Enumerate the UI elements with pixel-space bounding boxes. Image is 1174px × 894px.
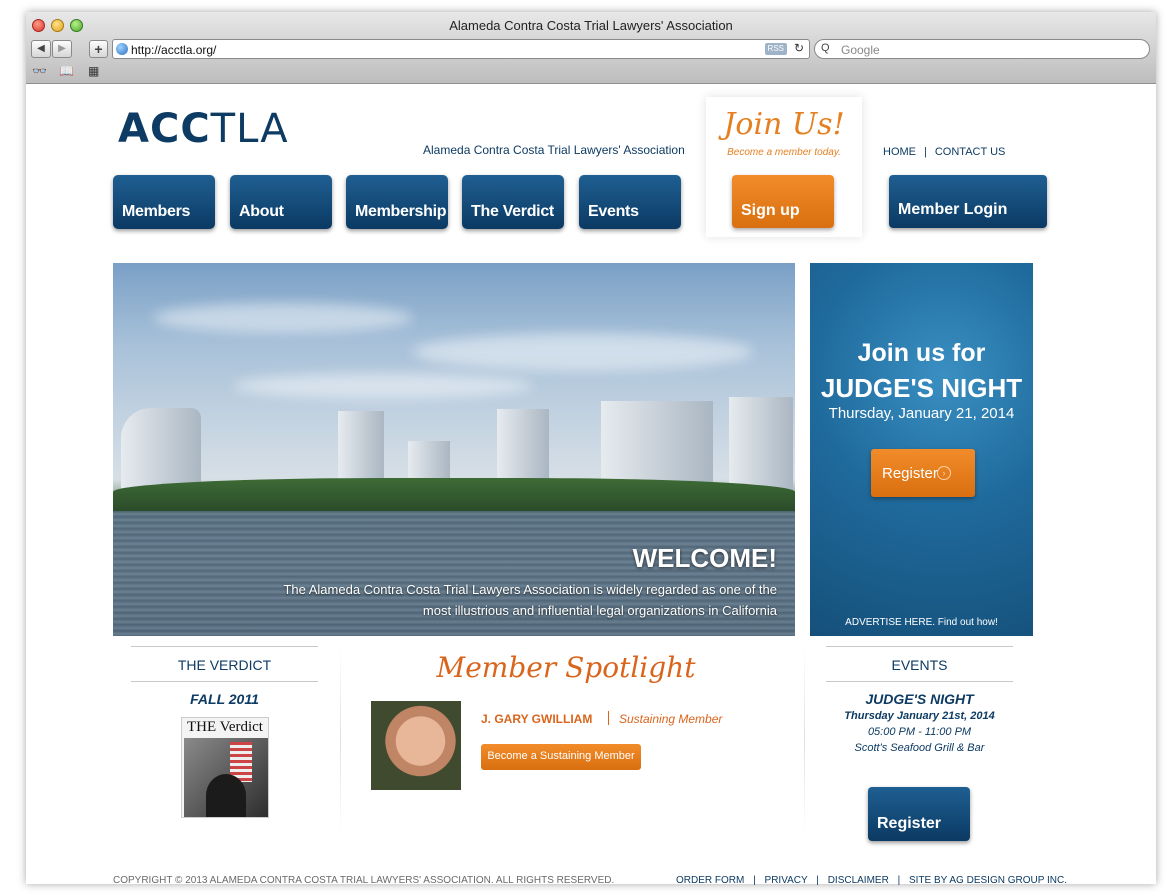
judges-night-intro: Join us for (857, 339, 986, 367)
tree-line (113, 478, 795, 513)
judges-night-banner[interactable]: Join us for JUDGE'S NIGHT Thursday, Janu… (810, 263, 1033, 636)
person-shape (206, 774, 246, 817)
verdict-season: FALL 2011 (190, 691, 259, 707)
back-icon[interactable]: ◀ (31, 40, 51, 58)
nav-about-button[interactable]: About (230, 175, 332, 229)
divider (131, 646, 318, 647)
advertise-link[interactable]: ADVERTISE HERE. Find out how! (810, 617, 1033, 628)
book-icon[interactable]: 📖 (59, 64, 74, 78)
verdict-heading: THE VERDICT (177, 657, 272, 673)
site-tagline: Alameda Contra Costa Trial Lawyers' Asso… (423, 143, 685, 157)
divider (826, 681, 1013, 682)
grid-icon[interactable]: ▦ (88, 64, 99, 78)
rss-icon[interactable]: RSS (764, 43, 787, 55)
sign-up-button[interactable]: Sign up (732, 175, 834, 228)
join-title: Join Us! (723, 107, 845, 142)
disclaimer-link[interactable]: DISCLAIMER (828, 875, 889, 886)
search-bar[interactable]: Q Google (814, 39, 1150, 59)
verdict-cover-title: THE Verdict (187, 719, 263, 735)
browser-toolbar: Alameda Contra Costa Trial Lawyers' Asso… (26, 12, 1156, 84)
register-label: Register (882, 465, 938, 482)
url-text[interactable]: http://acctla.org/ (131, 43, 216, 57)
event-title[interactable]: JUDGE'S NIGHT (826, 691, 1013, 707)
member-level: Sustaining Member (619, 712, 723, 726)
member-spotlight-title: Member Spotlight (436, 651, 696, 684)
footer-links: ORDER FORM | PRIVACY | DISCLAIMER | SITE… (676, 875, 1067, 886)
nav-members-button[interactable]: Members (113, 175, 215, 229)
address-bar[interactable]: http://acctla.org/ RSS ↻ (112, 39, 810, 59)
join-subtitle: Become a member today. (727, 147, 841, 158)
sign-up-label: Sign up (741, 202, 800, 219)
divider (131, 681, 318, 682)
become-sustaining-member-button[interactable]: Become a Sustaining Member (481, 744, 641, 770)
event-register-button[interactable]: Register (868, 787, 970, 841)
nav-label: Members (122, 203, 191, 220)
contact-us-link[interactable]: CONTACT US (931, 146, 1010, 158)
divider (608, 711, 609, 725)
join-panel: Join Us! Become a member today. Sign up (706, 97, 862, 237)
forward-icon[interactable]: ▶ (52, 40, 72, 58)
window-title: Alameda Contra Costa Trial Lawyers' Asso… (449, 18, 733, 33)
home-link[interactable]: HOME (879, 146, 920, 158)
reading-glasses-icon[interactable]: 👓 (32, 64, 47, 78)
cloud-shape (153, 303, 413, 333)
footer-separator: | (897, 875, 901, 886)
footer-separator: | (753, 875, 756, 886)
site-logo[interactable]: ACCTLA (118, 106, 289, 152)
order-form-link[interactable]: ORDER FORM (676, 875, 744, 886)
nav-label: About (239, 203, 284, 220)
logo-acc: ACC (118, 106, 211, 152)
nav-label: The Verdict (471, 203, 554, 220)
register-label: Register (877, 815, 942, 832)
logo-tla: TLA (210, 106, 289, 152)
divider (826, 646, 1013, 647)
member-name[interactable]: J. GARY GWILLIAM (481, 712, 592, 726)
become-sustaining-member-label: Become a Sustaining Member (487, 750, 635, 762)
event-time: 05:00 PM - 11:00 PM (867, 726, 972, 738)
footer-separator: | (816, 875, 819, 886)
column-separator (804, 645, 805, 835)
top-links-separator: | (924, 146, 927, 158)
judges-night-title: JUDGE'S NIGHT (820, 373, 1023, 403)
event-date: Thursday January 21st, 2014 (844, 710, 995, 722)
verdict-cover-image[interactable]: THE Verdict (181, 717, 269, 818)
events-heading: EVENTS (891, 657, 948, 673)
browser-window: Alameda Contra Costa Trial Lawyers' Asso… (26, 12, 1156, 886)
nav-label: Events (588, 203, 639, 220)
event-venue: Scott's Seafood Grill & Bar (854, 742, 985, 754)
search-input[interactable]: Google (841, 43, 880, 57)
cover-photo (184, 738, 268, 817)
nav-events-button[interactable]: Events (579, 175, 681, 229)
web-page: ACCTLA Alameda Contra Costa Trial Lawyer… (26, 85, 1156, 886)
nav-the-verdict-button[interactable]: The Verdict (462, 175, 564, 229)
judges-night-date: Thursday, January 21, 2014 (828, 405, 1015, 422)
add-bookmark-icon[interactable]: + (89, 40, 108, 58)
hero-text: The Alameda Contra Costa Trial Lawyers A… (283, 582, 777, 618)
member-login-button[interactable]: Member Login (889, 175, 1047, 228)
search-icon[interactable]: Q (821, 42, 830, 54)
hero-banner[interactable]: WELCOME! The Alameda Contra Costa Trial … (113, 263, 795, 636)
column-separator (340, 645, 341, 835)
globe-icon (116, 43, 128, 55)
nav-label: Membership (355, 203, 447, 220)
site-credit-link[interactable]: SITE BY AG DESIGN GROUP INC. (909, 875, 1067, 886)
member-login-label: Member Login (898, 201, 1008, 218)
top-links: HOME | CONTACT US (879, 146, 1009, 158)
hero-title: WELCOME! (632, 543, 777, 573)
footer-copyright: COPYRIGHT © 2013 ALAMEDA CONTRA COSTA TR… (113, 875, 615, 886)
cloud-shape (413, 333, 753, 371)
arrow-circle-icon: › (937, 466, 951, 480)
privacy-link[interactable]: PRIVACY (765, 875, 808, 886)
reload-icon[interactable]: ↻ (794, 41, 804, 55)
cloud-shape (233, 373, 533, 399)
judges-night-register-button[interactable]: Register › (871, 449, 975, 497)
nav-membership-button[interactable]: Membership (346, 175, 448, 229)
member-photo[interactable] (371, 701, 461, 790)
